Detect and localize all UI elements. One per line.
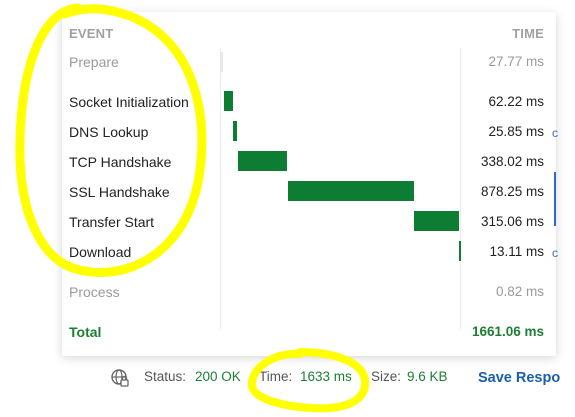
event-time-socket-initialization: 62.22 ms [488, 94, 544, 109]
event-time-dns-lookup: 25.85 ms [488, 124, 544, 139]
tcp-handshake-bar [238, 151, 287, 171]
dns-lookup-bar [233, 121, 237, 141]
event-time-transfer-start: 315.06 ms [480, 214, 544, 229]
event-time-tcp-handshake: 338.02 ms [480, 154, 544, 169]
socket-initialization-bar [224, 91, 233, 111]
event-time-ssl-handshake: 878.25 ms [480, 184, 544, 199]
event-time-process: 0.82 ms [495, 284, 544, 299]
event-label-socket-initialization: Socket Initialization [69, 94, 189, 110]
bar-area-right-divider [460, 48, 461, 330]
save-response-button[interactable]: Save Respo [478, 370, 560, 386]
download-bar [459, 241, 461, 261]
event-label-ssl-handshake: SSL Handshake [69, 184, 170, 200]
time-label: Time: [259, 369, 293, 384]
time-value[interactable]: 1633 ms [300, 369, 352, 384]
event-label-dns-lookup: DNS Lookup [69, 124, 149, 140]
event-time-prepare: 27.77 ms [488, 54, 544, 69]
scrollbar-accent [554, 172, 556, 226]
event-column-header: EVENT [69, 26, 114, 41]
size-value[interactable]: 9.6 KB [407, 369, 448, 384]
event-label-tcp-handshake: TCP Handshake [69, 154, 172, 170]
total-label: Total [69, 324, 102, 340]
transfer-start-bar [414, 211, 460, 231]
status-label: Status: [144, 369, 187, 384]
response-time-popup: EVENT TIME Prepare 27.77 ms Socket Initi… [62, 12, 556, 356]
edge-marker: c [552, 246, 558, 260]
bar-area-left-divider [220, 48, 221, 330]
ssl-handshake-bar [288, 181, 415, 201]
edge-marker: c [552, 126, 558, 140]
event-label-process: Process [69, 284, 120, 300]
event-label-prepare: Prepare [69, 54, 119, 70]
event-label-transfer-start: Transfer Start [69, 214, 155, 230]
time-column-header: TIME [512, 26, 544, 41]
prepare-bar [220, 52, 223, 72]
status-value[interactable]: 200 OK [195, 369, 241, 384]
globe-lock-icon[interactable] [110, 368, 130, 388]
total-time: 1661.06 ms [471, 324, 544, 339]
size-label: Size: [371, 369, 402, 384]
event-label-download: Download [69, 244, 132, 260]
event-time-download: 13.11 ms [489, 244, 544, 259]
